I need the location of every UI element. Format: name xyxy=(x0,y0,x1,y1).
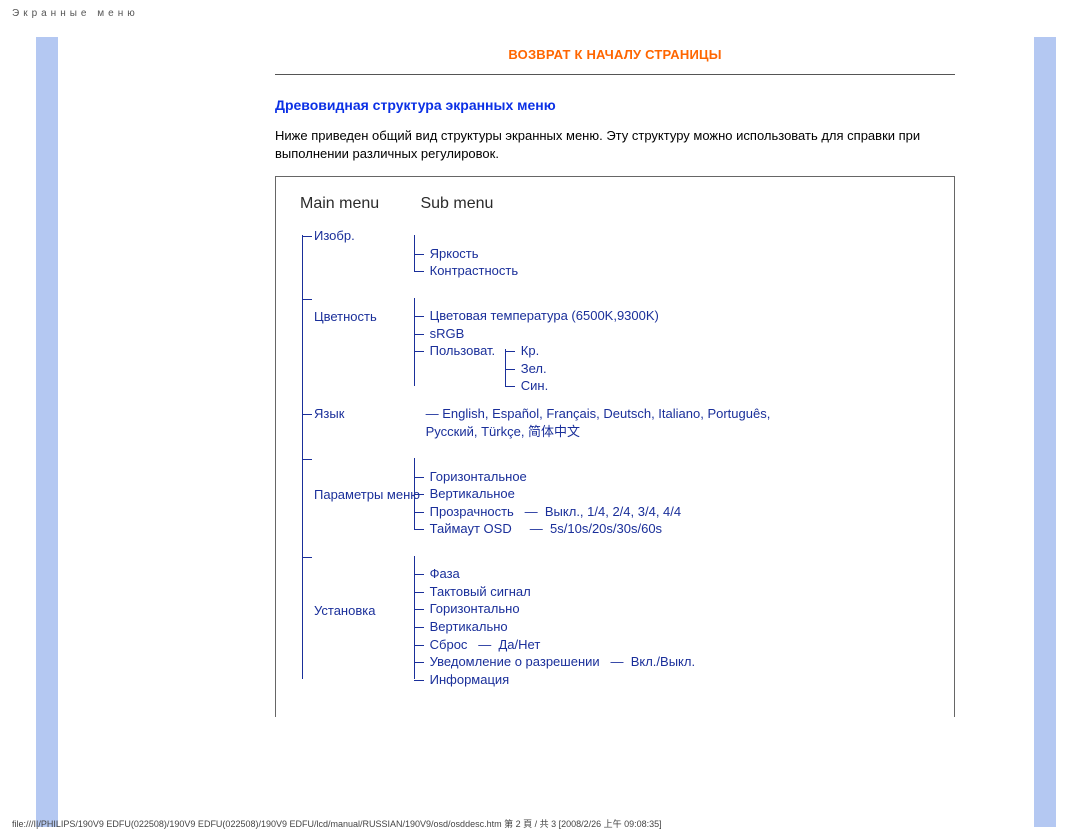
page-footer-path: file:///I|/PHILIPS/190V9 EDFU(022508)/19… xyxy=(12,817,662,830)
setup-vertical: Вертикально xyxy=(426,618,695,636)
menu-language: Язык English, Español, Français, Deutsch… xyxy=(314,405,936,440)
back-to-top-row: ВОЗВРАТ К НАЧАЛУ СТРАНИЦЫ xyxy=(275,47,955,62)
menu-osd-label: Параметры меню xyxy=(314,450,422,504)
user-red: Кр. xyxy=(517,342,548,360)
osd-horizontal: Горизонтальное xyxy=(426,468,682,486)
document-header: Экранные меню xyxy=(0,0,1080,19)
language-options: English, Español, Français, Deutsch, Ita… xyxy=(426,406,771,439)
main-menu-header: Main menu xyxy=(300,195,390,213)
setup-reset-options: Да/Нет xyxy=(498,637,540,652)
color-user: Пользоват. Кр. Зел. Син. xyxy=(426,342,659,395)
section-description: Ниже приведен общий вид структуры экранн… xyxy=(275,127,955,162)
left-accent-bar xyxy=(36,37,58,827)
menu-tree: Изобр. Яркость Контрастность Цветность xyxy=(300,227,936,688)
setup-phase: Фаза xyxy=(426,565,695,583)
osd-transparency-options: Выкл., 1/4, 2/4, 3/4, 4/4 xyxy=(545,504,681,519)
setup-horizontal: Горизонтально xyxy=(426,600,695,618)
osd-timeout: Таймаут OSD — 5s/10s/20s/30s/60s xyxy=(426,520,682,538)
color-user-label: Пользоват. xyxy=(430,343,496,358)
page-body: ВОЗВРАТ К НАЧАЛУ СТРАНИЦЫ Древовидная ст… xyxy=(0,19,1080,809)
osd-timeout-options: 5s/10s/20s/30s/60s xyxy=(550,521,662,536)
setup-reset: Сброс — Да/Нет xyxy=(426,636,695,654)
user-blue: Син. xyxy=(517,377,548,395)
content-column: ВОЗВРАТ К НАЧАЛУ СТРАНИЦЫ Древовидная ст… xyxy=(275,37,955,717)
menu-color: Цветность Цветовая температура (6500K,93… xyxy=(314,290,936,395)
menu-color-label: Цветность xyxy=(314,290,422,326)
menu-image: Изобр. Яркость Контрастность xyxy=(314,227,936,280)
tree-column-headers: Main menu Sub menu xyxy=(300,195,936,213)
right-accent-bar xyxy=(1034,37,1056,827)
image-brightness: Яркость xyxy=(426,245,519,263)
menu-image-label: Изобр. xyxy=(314,227,422,245)
menu-setup-label: Установка xyxy=(314,548,422,620)
setup-info: Информация xyxy=(426,671,695,689)
sub-menu-header: Sub menu xyxy=(420,195,493,213)
osd-transparency: Прозрачность — Выкл., 1/4, 2/4, 3/4, 4/4 xyxy=(426,503,682,521)
setup-resnotice: Уведомление о разрешении — Вкл./Выкл. xyxy=(426,653,695,671)
user-green: Зел. xyxy=(517,360,548,378)
tree-diagram: Main menu Sub menu Изобр. Яркость Контра… xyxy=(275,176,955,717)
image-contrast: Контрастность xyxy=(426,262,519,280)
divider xyxy=(275,74,955,75)
back-to-top-link[interactable]: ВОЗВРАТ К НАЧАЛУ СТРАНИЦЫ xyxy=(508,47,721,62)
menu-osd: Параметры меню Горизонтальное Вертикальн… xyxy=(314,450,936,538)
setup-resnotice-options: Вкл./Выкл. xyxy=(631,654,695,669)
color-srgb: sRGB xyxy=(426,325,659,343)
section-title: Древовидная структура экранных меню xyxy=(275,97,955,113)
menu-language-label: Язык xyxy=(314,405,422,423)
osd-vertical: Вертикальное xyxy=(426,485,682,503)
menu-setup: Установка Фаза Тактовый сигнал Горизонта… xyxy=(314,548,936,688)
setup-clock: Тактовый сигнал xyxy=(426,583,695,601)
color-temp: Цветовая температура (6500K,9300K) xyxy=(426,307,659,325)
